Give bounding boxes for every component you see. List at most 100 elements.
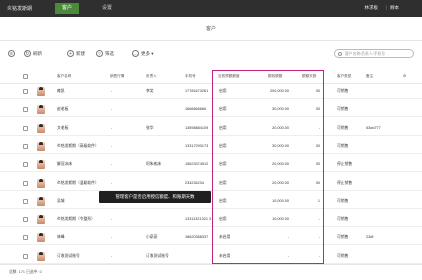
cell-sales: - <box>111 162 113 167</box>
avatar <box>37 215 45 225</box>
chevron-down-icon: ▾ <box>150 51 154 56</box>
row-checkbox[interactable] <box>23 89 28 94</box>
add-button[interactable]: + 新建 <box>67 49 85 58</box>
tab-customers[interactable]: 客户 <box>55 3 79 14</box>
col-note[interactable]: 备注 <box>366 74 373 79</box>
refresh-button[interactable]: ↻ 刷新 <box>24 49 42 58</box>
cell-customer-name[interactable]: 吴城 <box>57 199 65 204</box>
cell-sales: - <box>111 253 113 258</box>
cell-customer-name[interactable]: 文老板 <box>57 126 68 131</box>
cell-note: 53dd777 <box>366 125 381 130</box>
settings-gear-icon[interactable]: ⚙ <box>403 74 406 78</box>
table-header: 客户名称 销售行情 负责人 手机号 应收预额额度 额收额额 额额天数 客户类型 … <box>0 69 422 84</box>
row-checkbox[interactable] <box>23 253 28 259</box>
table-row[interactable]: 炎铭发斯期（温聪软件） -234234234 启用 20,000.00 30 停止销售 <box>0 176 422 191</box>
row-checkbox[interactable] <box>23 125 28 131</box>
filter-icon: ▿ <box>96 50 103 58</box>
cell-sales: - <box>111 125 113 130</box>
cell-phone: 1666666666 <box>185 107 207 112</box>
more-label: 更多 <box>141 51 150 56</box>
refresh-icon: ↻ <box>24 50 31 58</box>
cell-customer-name[interactable]: 订收测试账号 <box>57 254 80 259</box>
cell-customer-type: 可销售 <box>337 217 349 222</box>
toolbar: ≡ ↻ 刷新 + 新建 ▿ 筛选 … 更多 ▾ 客户名称/负责人/手机号 <box>0 41 422 65</box>
cell-customer-name[interactable]: 赵老板 <box>57 107 68 112</box>
table-row[interactable]: 解冠冰床 - 阿朱彬床 15623374512 启用 20,000.00 30 停止销售 <box>0 157 422 173</box>
cell-customer-name[interactable]: 炎铭发斯期（令整形） <box>57 217 95 222</box>
table-row[interactable]: 吴城-启用10,000.001可销售 <box>0 194 422 209</box>
user-name-link[interactable]: 林求板 <box>365 5 379 11</box>
row-checkbox[interactable] <box>23 235 28 241</box>
more-button[interactable]: … 更多 ▾ <box>132 49 154 58</box>
cell-sales: - <box>111 143 113 148</box>
row-checkbox[interactable] <box>23 198 28 204</box>
cell-customer-type: 可销售 <box>337 253 349 258</box>
avatar <box>37 87 45 96</box>
table-row[interactable]: 炎铭发斯期（高级软件） -13317293173 启用 30,000.00 30 可销售 <box>0 139 422 154</box>
col-customer-type[interactable]: 客户类型 <box>337 74 351 79</box>
cell-customer-type: 可销售 <box>337 125 349 130</box>
col-customer-name[interactable]: 客户名称 <box>57 74 71 79</box>
refresh-label: 刷新 <box>33 51 42 56</box>
cell-customer-type: 可销售 <box>337 143 349 148</box>
credit-tooltip: 管理客户是否启用授信额度、和账期天数 <box>99 191 211 203</box>
table-row[interactable]: 雍凯 - 李笑 17781673261 启用 200,000.00 30 可销售 <box>0 84 422 99</box>
col-owner[interactable]: 负责人 <box>146 74 157 79</box>
list-icon: ≡ <box>8 50 15 58</box>
cell-customer-type: 可销售 <box>337 235 349 240</box>
row-checkbox[interactable] <box>23 107 28 113</box>
cell-customer-type: 停止销售 <box>337 180 353 185</box>
cell-customer-type: 停止销售 <box>337 162 353 167</box>
search-input[interactable]: 客户名称/负责人/手机号 <box>334 49 414 58</box>
page-title: 客户 <box>205 26 216 32</box>
cell-phone: 13317293173 <box>185 143 209 148</box>
cell-owner: 李笑 <box>146 89 154 93</box>
list-view-button[interactable]: ≡ <box>8 49 17 58</box>
cell-customer-name[interactable]: 炎铭发斯期（高级软件） <box>57 144 99 149</box>
table-row[interactable]: 炎铭发斯期（令整形） -13311321321 3 启用 10,000.00- 可销售 <box>0 212 422 228</box>
table-row[interactable]: 文老板 - 张华 13598884109 启用 20,000.00- 可销售 53dd777 <box>0 121 422 136</box>
cell-phone: 13311321321 3 <box>185 217 212 222</box>
tab-settings[interactable]: 设置 <box>97 3 117 14</box>
cell-customer-name[interactable]: 解冠冰床 <box>57 162 72 167</box>
cell-owner: 订收测试账号 <box>146 253 169 258</box>
cell-sales: - <box>111 89 113 93</box>
row-checkbox[interactable] <box>23 180 28 186</box>
cell-phone: 18620368337 <box>185 235 209 240</box>
cell-note: 23df <box>366 235 374 240</box>
avatar <box>37 141 45 151</box>
cell-owner: 阿朱彬床 <box>146 162 162 167</box>
filter-button[interactable]: ▿ 筛选 <box>96 49 114 58</box>
pagination-info: 总数: 171 已选中: 0 <box>9 270 42 274</box>
col-phone[interactable]: 手机号 <box>185 74 196 79</box>
top-navigation-bar: 炎铭发斯期 客户 设置 林求板 | 顾本 <box>0 0 422 17</box>
page-header: 客户 <box>0 17 422 41</box>
cell-sales: - <box>111 235 113 240</box>
logout-link[interactable]: 顾本 <box>390 5 399 11</box>
row-checkbox[interactable] <box>23 217 28 223</box>
cell-customer-name[interactable]: 炎铭发斯期（温聪软件） <box>57 181 99 186</box>
cell-customer-type: 可销售 <box>337 198 349 203</box>
app-brand: 炎铭发斯期 <box>7 6 33 12</box>
table-row[interactable]: 林峰 - 小豪豪 18620368337 未启用 - - 可销售 23df <box>0 230 422 246</box>
avatar <box>37 233 45 243</box>
cell-phone: 234234234 <box>185 180 205 185</box>
avatar <box>37 160 45 170</box>
avatar <box>37 251 45 261</box>
table-row[interactable]: 赵老板 -1666666666 启用 30,000.00 30 可销售 <box>0 102 422 118</box>
row-checkbox[interactable] <box>23 162 28 168</box>
search-placeholder: 客户名称/负责人/手机号 <box>345 52 386 56</box>
table-row[interactable]: 订收测试账号 - 订收测试账号 未启用 - - 可销售 <box>0 249 422 264</box>
filter-label: 筛选 <box>105 51 114 56</box>
select-all-checkbox[interactable] <box>23 74 28 79</box>
row-checkbox[interactable] <box>23 143 28 149</box>
col-sales[interactable]: 销售行情 <box>110 74 124 79</box>
avatar <box>37 123 45 133</box>
cell-owner: 张华 <box>146 125 154 130</box>
avatar <box>37 105 45 115</box>
add-label: 新建 <box>76 51 85 56</box>
cell-customer-name[interactable]: 林峰 <box>57 235 65 240</box>
cell-customer-name[interactable]: 雍凯 <box>57 89 65 94</box>
search-icon <box>338 51 342 56</box>
cell-phone: 15623374512 <box>185 162 209 167</box>
